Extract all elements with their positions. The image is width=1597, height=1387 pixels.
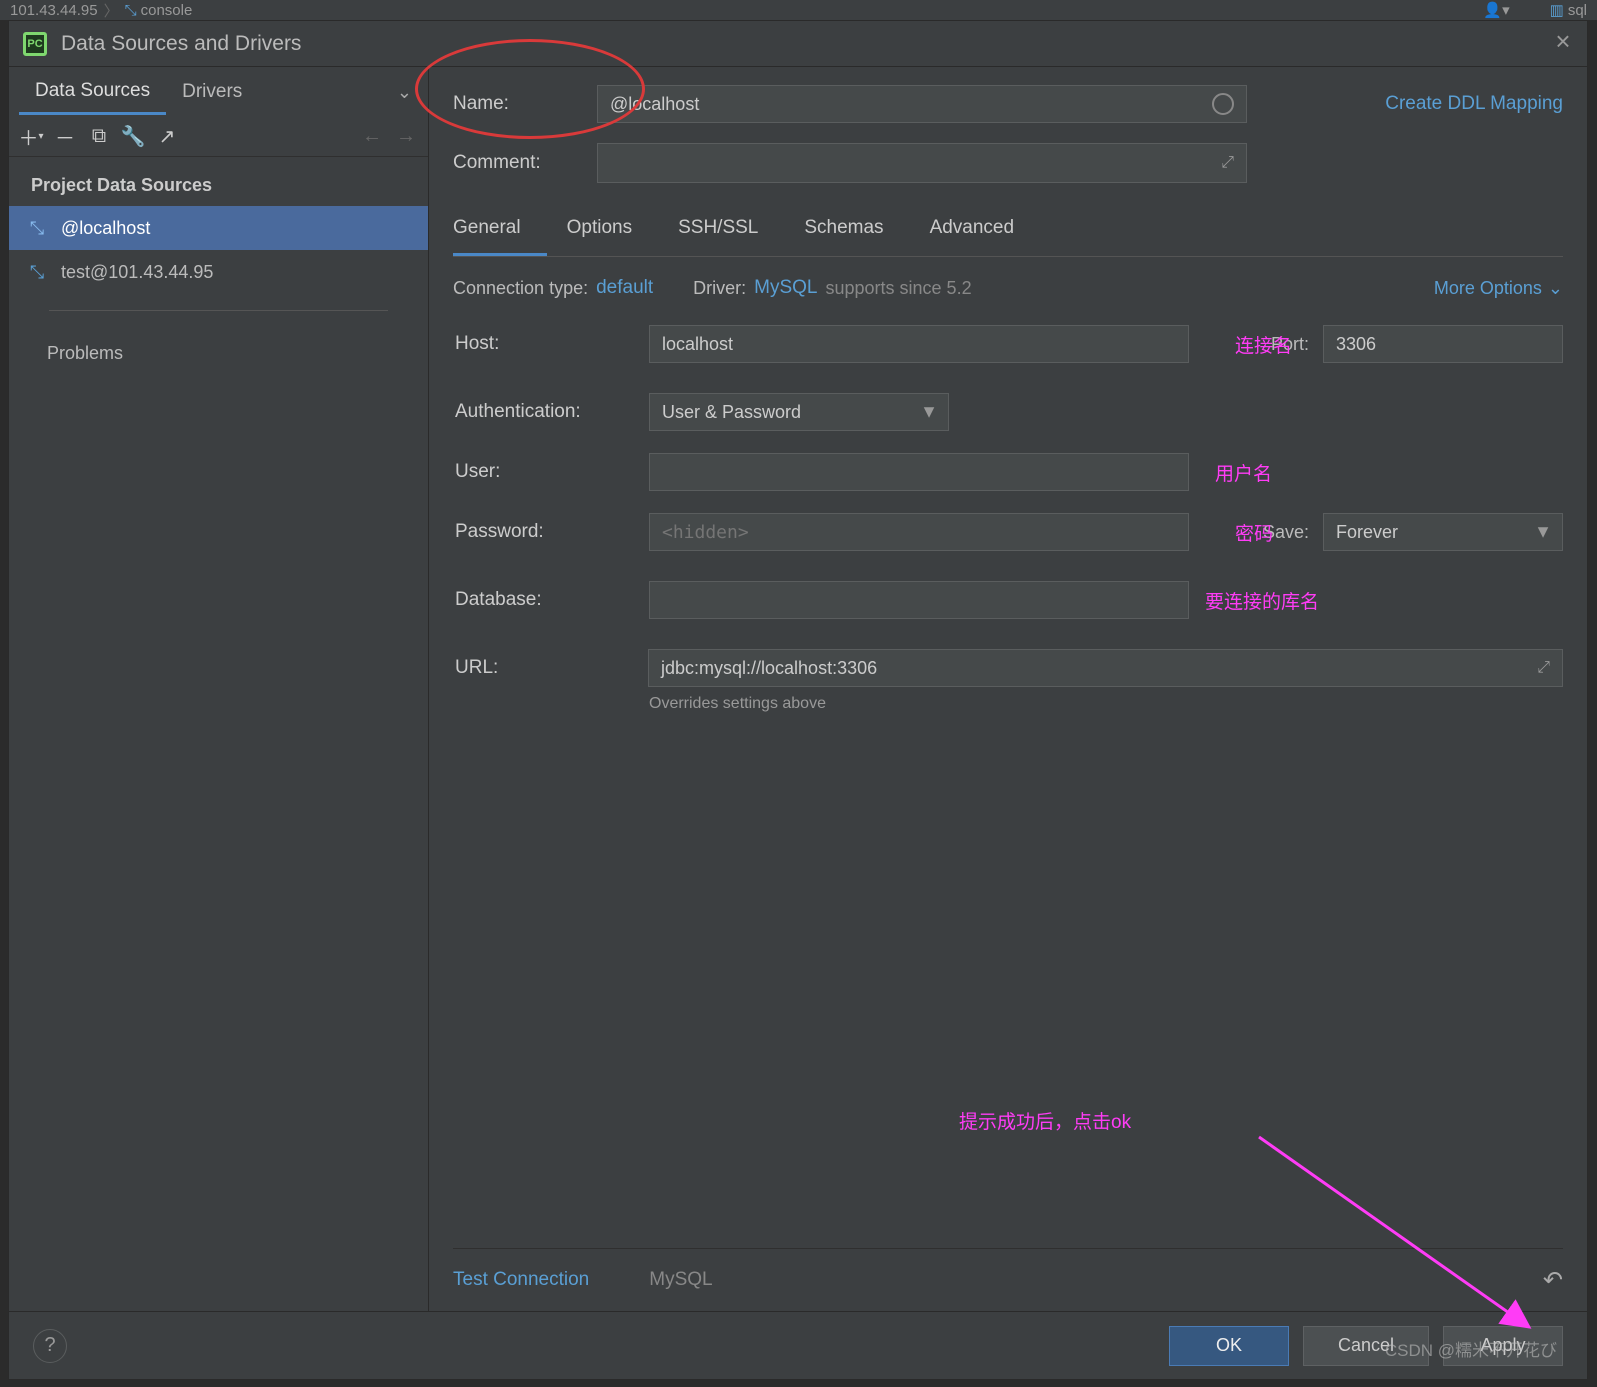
cancel-button[interactable]: Cancel xyxy=(1303,1326,1429,1366)
more-options-link[interactable]: More Options ⌄ xyxy=(1434,278,1563,299)
data-sources-dialog: PC Data Sources and Drivers × Data Sourc… xyxy=(8,20,1588,1380)
driver-name: MySQL xyxy=(649,1269,712,1291)
url-input[interactable]: jdbc:mysql://localhost:3306 ⤢ xyxy=(648,649,1563,687)
color-circle-icon[interactable] xyxy=(1212,93,1234,115)
datasource-item[interactable]: ⤡ test@101.43.44.95 xyxy=(9,250,428,294)
tab-options[interactable]: Options xyxy=(567,203,658,256)
main-tabs: General Options SSH/SSL Schemas Advanced xyxy=(453,203,1563,257)
caret-down-icon: ▼ xyxy=(1534,522,1552,543)
password-input[interactable] xyxy=(649,513,1189,551)
user-input[interactable] xyxy=(649,453,1189,491)
conn-type-label: Connection type: xyxy=(453,278,588,299)
revert-icon[interactable]: ↶ xyxy=(1543,1266,1563,1295)
name-label: Name: xyxy=(453,93,583,115)
apply-button[interactable]: Apply xyxy=(1443,1326,1563,1366)
main-panel: Name: @localhost Create DDL Mapping Comm… xyxy=(429,67,1587,1311)
pycharm-icon: PC xyxy=(23,32,47,56)
host-input[interactable] xyxy=(649,325,1189,363)
back-icon[interactable]: ← xyxy=(360,125,384,149)
datasource-item[interactable]: ⤡ @localhost xyxy=(9,206,428,250)
wrench-icon[interactable]: 🔧 xyxy=(121,125,145,149)
datasource-label: @localhost xyxy=(61,218,150,239)
ide-breadcrumb: 101.43.44.95 〉 ⤡ console 👤▾ ▥ sql xyxy=(0,0,1597,20)
chevron-down-icon: ⌄ xyxy=(1548,278,1563,299)
annotation-user: 用户名 xyxy=(1215,459,1272,486)
tab-drivers[interactable]: Drivers xyxy=(166,71,258,113)
comment-input[interactable]: ⤢ xyxy=(597,143,1247,183)
save-select[interactable]: Forever ▼ xyxy=(1323,513,1563,551)
user-label: User: xyxy=(455,461,635,483)
conn-type-value[interactable]: default xyxy=(596,277,653,299)
database-input[interactable] xyxy=(649,581,1189,619)
database-label: Database: xyxy=(455,589,635,611)
ok-button[interactable]: OK xyxy=(1169,1326,1289,1366)
auth-select[interactable]: User & Password ▼ xyxy=(649,393,949,431)
driver-supports: supports since 5.2 xyxy=(826,278,972,299)
breadcrumb-item[interactable]: console xyxy=(141,2,193,19)
copy-icon[interactable]: ⧉ xyxy=(87,125,111,149)
expand-icon[interactable]: ⤢ xyxy=(1221,154,1234,172)
tab-ssh-ssl[interactable]: SSH/SSL xyxy=(678,203,784,256)
problems-link[interactable]: Problems xyxy=(9,327,428,380)
test-connection-link[interactable]: Test Connection xyxy=(453,1263,589,1297)
db-icon: ⤡ xyxy=(27,262,47,283)
section-header: Project Data Sources xyxy=(9,157,428,206)
sidebar-tabs: Data Sources Drivers ⌄ xyxy=(9,67,428,117)
port-label: Port: xyxy=(1271,334,1309,355)
forward-icon[interactable]: → xyxy=(394,125,418,149)
override-note: Overrides settings above xyxy=(649,695,1563,713)
sidebar: Data Sources Drivers ⌄ ＋▾ － ⧉ 🔧 ↗ ← → Pr… xyxy=(9,67,429,1311)
dialog-titlebar: PC Data Sources and Drivers × xyxy=(9,21,1587,67)
export-icon[interactable]: ↗ xyxy=(155,125,179,149)
auth-label: Authentication: xyxy=(455,401,635,423)
datasource-label: test@101.43.44.95 xyxy=(61,262,213,283)
annotation-database: 要连接的库名 xyxy=(1205,587,1319,614)
tab-advanced[interactable]: Advanced xyxy=(930,203,1041,256)
save-label: Save: xyxy=(1263,522,1309,543)
sidebar-toolbar: ＋▾ － ⧉ 🔧 ↗ ← → xyxy=(9,117,428,157)
remove-icon[interactable]: － xyxy=(53,125,77,149)
dialog-title: Data Sources and Drivers xyxy=(61,32,1553,56)
breadcrumb-item[interactable]: 101.43.44.95 xyxy=(10,2,98,19)
bottom-bar: Test Connection MySQL ↶ xyxy=(453,1248,1563,1311)
driver-label: Driver: xyxy=(693,278,746,299)
close-icon[interactable]: × xyxy=(1553,34,1573,54)
user-icon[interactable]: 👤▾ xyxy=(1483,1,1509,19)
password-label: Password: xyxy=(455,521,635,543)
name-input[interactable]: @localhost xyxy=(597,85,1247,123)
add-icon[interactable]: ＋▾ xyxy=(19,125,43,149)
host-label: Host: xyxy=(455,333,635,355)
help-button[interactable]: ? xyxy=(33,1329,67,1363)
expand-icon[interactable]: ⤢ xyxy=(1537,659,1550,677)
tab-general[interactable]: General xyxy=(453,203,547,256)
create-ddl-link[interactable]: Create DDL Mapping xyxy=(1385,93,1563,115)
db-icon: ⤡ xyxy=(27,218,47,239)
chevron-down-icon[interactable]: ⌄ xyxy=(391,76,418,109)
annotation-success: 提示成功后，点击ok xyxy=(959,1107,1131,1134)
tab-data-sources[interactable]: Data Sources xyxy=(19,70,166,115)
dialog-footer: ? OK Cancel Apply xyxy=(9,1311,1587,1379)
driver-value[interactable]: MySQL xyxy=(754,277,817,299)
sql-icon[interactable]: ▥ xyxy=(1550,1,1564,19)
tab-schemas[interactable]: Schemas xyxy=(804,203,909,256)
url-label: URL: xyxy=(455,657,634,679)
caret-down-icon: ▼ xyxy=(920,402,938,423)
comment-label: Comment: xyxy=(453,152,583,174)
divider xyxy=(49,310,388,311)
port-input[interactable] xyxy=(1323,325,1563,363)
